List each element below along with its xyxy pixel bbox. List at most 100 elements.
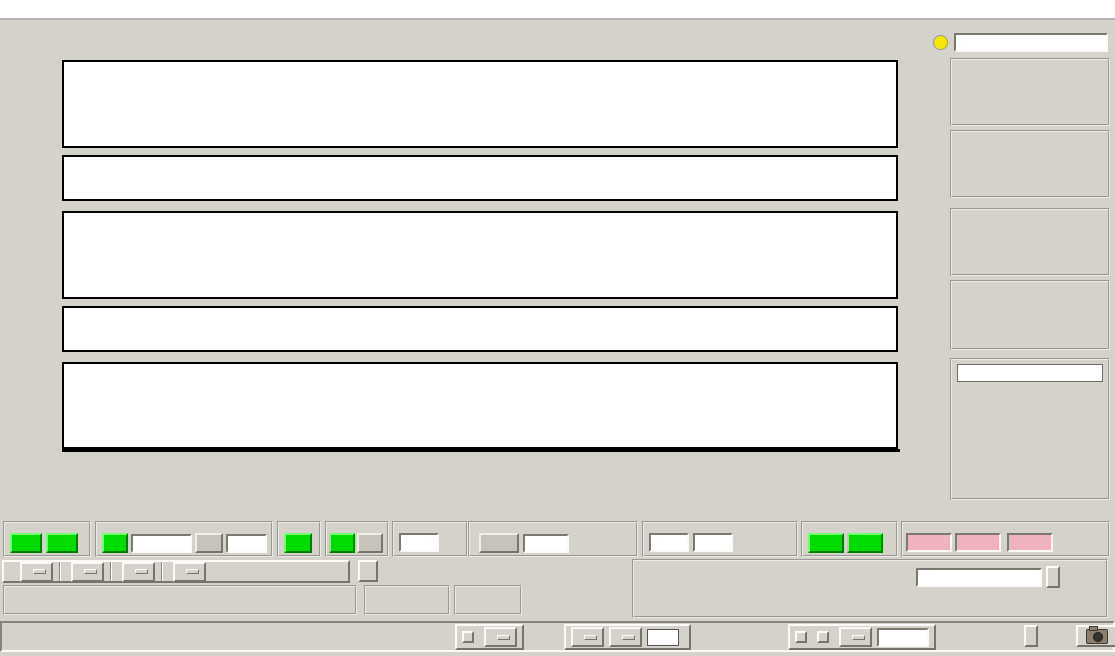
range-qep-dropdown[interactable] [173,561,206,582]
che1-value [523,533,569,553]
qe-plot [62,362,898,449]
busel-on-button[interactable] [284,533,312,553]
dy-1st-stats [950,208,1110,276]
sx-plot [62,155,898,201]
range-qem-segment [110,561,161,582]
sx-steering-chart [0,155,950,201]
bunch-2nd-button[interactable] [357,533,383,553]
bpm-monitor-panel [950,358,1110,500]
dropdown-dash-icon [584,634,597,640]
show-group [632,559,1108,618]
range-dx-dropdown[interactable] [20,561,53,582]
bunch-dropdown[interactable] [609,627,642,647]
sy-y-axis [50,306,62,352]
dropdown-dash-icon [84,569,97,574]
dy-orbit-chart [0,211,950,299]
qxd2e-value [649,533,689,552]
range-dy-segment [59,561,110,582]
bunch-select-group [325,521,389,557]
ee-ratio-group [392,521,468,557]
bunch-filter-group [364,585,450,615]
fc15-on-button[interactable] [102,533,128,553]
bt-collimator-group [468,521,638,557]
count-input[interactable] [877,627,929,647]
dx-2nd-stats [950,130,1110,198]
dx-orbit-chart [0,60,950,148]
beam-gate-open-1-button[interactable] [10,533,42,553]
dropdown-dash-icon [852,634,865,640]
bt-lossmonitor-group [642,521,798,557]
dropdown-dash-icon [33,569,46,574]
beam-gate-open-2-button[interactable] [46,533,78,553]
se1-value [693,533,733,552]
sx-y-axis [50,155,62,201]
ph-checkbox[interactable] [795,631,807,643]
replot-button[interactable] [358,560,378,582]
x-axis-bpm-labels [62,454,900,515]
dy-y-axis [50,211,62,299]
range-toolbar [2,560,350,583]
range-dy-dropdown[interactable] [71,561,104,582]
bunch-1st-button[interactable] [329,533,355,553]
acquisition-panel [788,624,936,650]
range-qep-segment [161,561,212,582]
range-qem-dropdown[interactable] [122,561,155,582]
titlebar [0,0,1115,20]
bpm-select-panel [564,624,691,650]
set-ref-button[interactable] [1046,566,1060,588]
busel-group [277,521,321,557]
dy-plot [62,211,898,299]
sector-group [3,585,357,615]
beam-rep-value-3 [1007,533,1053,552]
timestamp-field [954,33,1108,52]
status-bar [0,621,1115,652]
gr-a1-1st-button[interactable] [808,533,844,553]
dx-plot [62,60,898,148]
status-lamp-icon [933,35,948,50]
beam-rep-value-1 [906,533,952,552]
dropdown-dash-icon [497,634,510,640]
ee-ratio-value [399,533,439,552]
dx-1st-stats [950,58,1110,126]
fc15-kv-value [131,533,193,553]
che1-out-button[interactable] [479,533,519,553]
qe-right-axis-label [930,362,943,449]
qe-axis-label [22,362,34,449]
ref-name-input[interactable] [916,568,1042,587]
gr-a1-snsr-group [801,521,898,557]
qe-right-y-axis [900,362,912,449]
beam-rep-group [901,521,1110,557]
qe-y-axis [50,362,62,449]
threshold-input[interactable] [647,628,679,646]
sy-plot [62,306,898,352]
sy-steering-chart [0,306,950,352]
chg-th-checkbox[interactable] [462,631,474,643]
interval-dropdown[interactable] [839,627,872,647]
fc15-group [95,521,273,557]
bpm-monitor-title [957,364,1103,382]
sy-axis-label [22,306,34,352]
dropdown-dash-icon [186,569,199,574]
dropdown-dash-icon [135,569,148,574]
app-window [0,0,1115,656]
x-axis-line [62,449,900,452]
camera-icon [1086,626,1108,644]
dropdown-dash-icon [622,634,635,640]
gr-a1-2nd-button[interactable] [847,533,883,553]
qe-charge-chart [0,362,950,449]
chg-th-panel [455,624,524,650]
dx-y-axis [50,60,62,148]
sx-axis-label [22,155,34,201]
beam-rep-value-2 [955,533,1001,552]
beam-gate-group [3,521,91,557]
chg-th-dropdown[interactable] [484,627,517,647]
bpm-dropdown[interactable] [571,627,604,647]
resize-button[interactable] [1024,625,1038,647]
dx-axis-label [22,60,34,148]
dy-2nd-stats [950,280,1110,350]
fc15-stb-button[interactable] [195,533,224,553]
range-dx-segment [4,561,59,582]
screenshot-button[interactable] [1076,625,1115,647]
dy-axis-label [22,211,34,299]
conti-checkbox[interactable] [817,631,829,643]
